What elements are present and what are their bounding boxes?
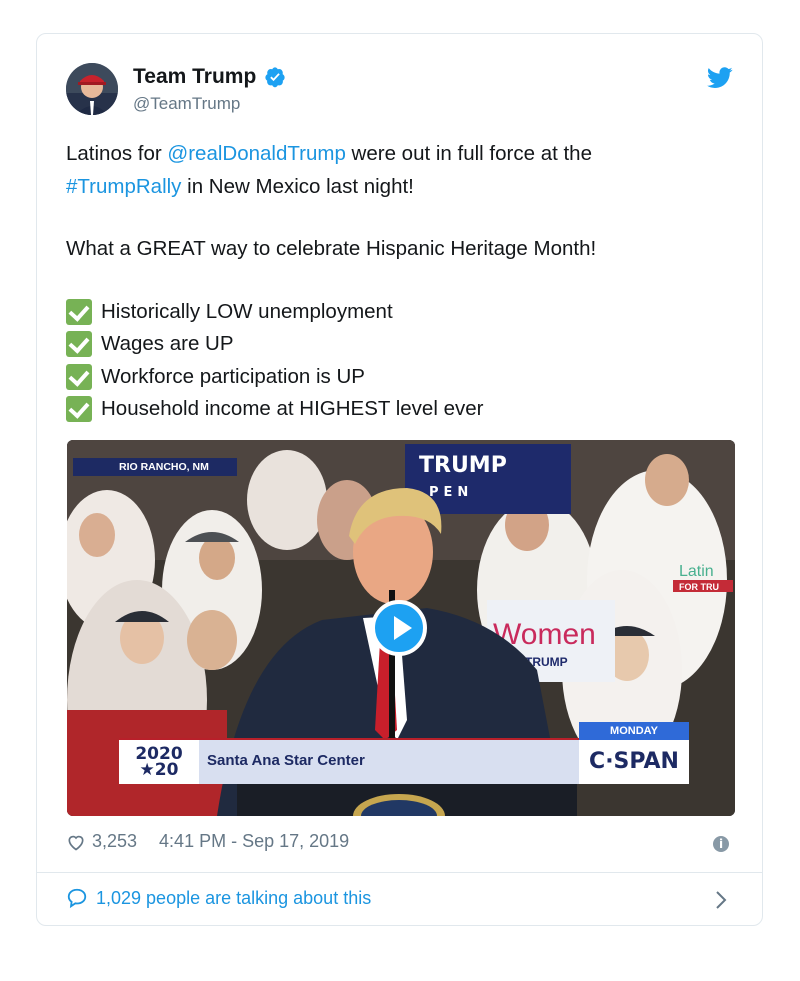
video-player[interactable]: TRUMP PEN Women TRUMP Latin FOR TRU RIO … <box>67 440 735 816</box>
checkmark-icon <box>66 396 92 423</box>
chevron-right-icon[interactable] <box>714 890 728 910</box>
shirt-for-trump: FOR TRU <box>679 582 719 592</box>
hashtag-link[interactable]: #TrumpRally <box>66 175 181 198</box>
tweet-card: Team Trump @TeamTrump Latinos for @realD… <box>36 33 763 926</box>
handle[interactable]: @TeamTrump <box>133 94 240 114</box>
play-icon[interactable] <box>371 600 427 656</box>
twitter-bird-icon[interactable] <box>707 67 733 89</box>
checkmark-icon <box>66 331 92 358</box>
mention-link[interactable]: @realDonaldTrump <box>167 142 345 165</box>
tweet-text: Latinos for @realDonaldTrump were out in… <box>66 138 746 426</box>
checkmark-icon <box>66 363 92 390</box>
network-logo: C·SPAN <box>579 740 689 784</box>
2020-logo: 2020 ★20 <box>119 740 199 784</box>
tweet-meta: 3,253 4:41 PM - Sep 17, 2019 <box>66 831 349 852</box>
like-count[interactable]: 3,253 <box>92 831 137 852</box>
tweet-paragraph: What a GREAT way to celebrate Hispanic H… <box>66 237 597 260</box>
avatar[interactable] <box>66 63 118 115</box>
checklist-item: Household income at HIGHEST level ever <box>66 393 746 426</box>
comment-bubble-icon <box>67 888 87 909</box>
lower-third: 2020 ★20 Santa Ana Star Center <box>119 738 597 784</box>
checklist-item: Workforce participation is UP <box>66 361 746 394</box>
heart-icon[interactable] <box>66 832 86 852</box>
venue-name: Santa Ana Star Center <box>207 752 365 769</box>
sign-pen: PEN <box>429 485 473 500</box>
divider <box>37 872 762 873</box>
checklist-item: Historically LOW unemployment <box>66 296 746 329</box>
sign-trump: TRUMP <box>419 453 507 478</box>
display-name[interactable]: Team Trump <box>133 65 256 89</box>
conversation-label[interactable]: 1,029 people are talking about this <box>96 888 371 909</box>
checkmark-icon <box>66 298 92 325</box>
checklist-item: Wages are UP <box>66 328 746 361</box>
shirt-latinos: Latin <box>679 563 714 580</box>
location-banner: RIO RANCHO, NM <box>73 458 237 476</box>
timestamp[interactable]: 4:41 PM - Sep 17, 2019 <box>159 831 349 852</box>
day-tag: MONDAY <box>579 722 689 740</box>
info-icon[interactable] <box>713 836 729 852</box>
verified-icon <box>265 67 285 88</box>
conversation-link[interactable]: 1,029 people are talking about this <box>66 887 371 909</box>
